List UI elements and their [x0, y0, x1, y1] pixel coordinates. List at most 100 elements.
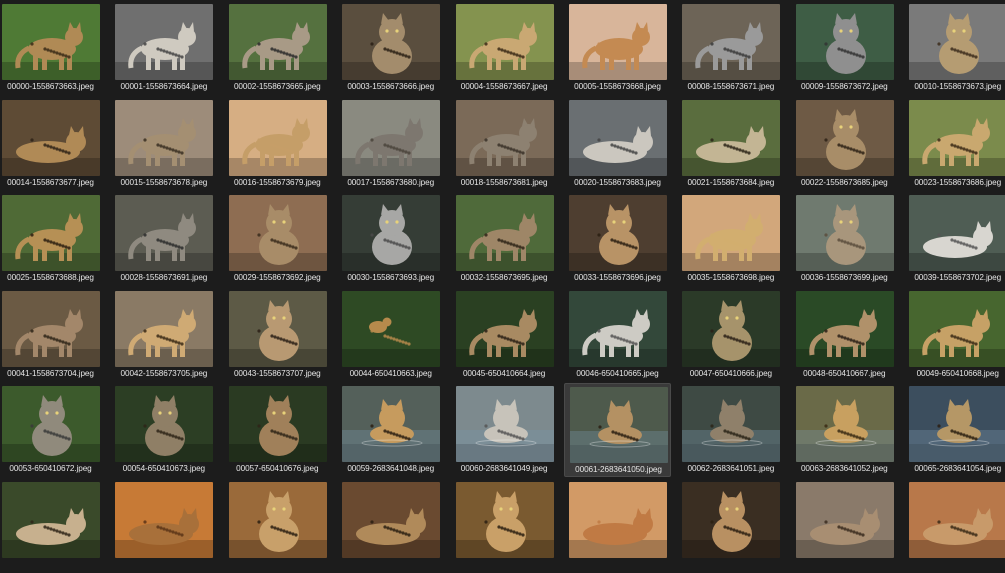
- thumbnail-image[interactable]: [455, 99, 554, 176]
- thumbnail-tile[interactable]: 00021-1558673684.jpeg: [677, 97, 784, 191]
- thumbnail-image[interactable]: [228, 482, 327, 558]
- thumbnail-tile[interactable]: 00065-2683641054.jpeg: [904, 383, 1005, 477]
- thumbnail-tile[interactable]: 00029-1558673692.jpeg: [224, 192, 331, 286]
- thumbnail-tile[interactable]: 00016-1558673679.jpeg: [224, 97, 331, 191]
- thumbnail-tile[interactable]: [904, 479, 1005, 573]
- thumbnail-tile[interactable]: 00032-1558673695.jpeg: [451, 192, 558, 286]
- thumbnail-tile[interactable]: 00022-1558673685.jpeg: [791, 97, 898, 191]
- thumbnail-tile[interactable]: 00043-1558673707.jpeg: [224, 288, 331, 382]
- thumbnail-tile[interactable]: 00053-650410672.jpeg: [0, 383, 104, 477]
- thumbnail-image[interactable]: [228, 99, 327, 176]
- thumbnail-image[interactable]: [455, 195, 554, 272]
- thumbnail-image[interactable]: [2, 290, 100, 367]
- thumbnail-image[interactable]: [115, 482, 214, 558]
- thumbnail-tile[interactable]: [791, 479, 898, 573]
- thumbnail-tile[interactable]: 00001-1558673664.jpeg: [110, 1, 217, 95]
- thumbnail-image[interactable]: [795, 99, 894, 176]
- thumbnail-tile[interactable]: 00014-1558673677.jpeg: [0, 97, 104, 191]
- thumbnail-tile[interactable]: 00060-2683641049.jpeg: [451, 383, 558, 477]
- thumbnail-image[interactable]: [455, 290, 554, 367]
- thumbnail-image[interactable]: [682, 482, 781, 558]
- thumbnail-tile[interactable]: 00041-1558673704.jpeg: [0, 288, 104, 382]
- thumbnail-tile[interactable]: 00030-1558673693.jpeg: [337, 192, 444, 286]
- thumbnail-image[interactable]: [682, 195, 781, 272]
- thumbnail-image[interactable]: [342, 290, 441, 367]
- thumbnail-image[interactable]: [228, 386, 327, 463]
- thumbnail-image[interactable]: [795, 195, 894, 272]
- thumbnail-tile[interactable]: 00049-650410668.jpeg: [904, 288, 1005, 382]
- thumbnail-image[interactable]: [682, 386, 781, 463]
- thumbnail-image[interactable]: [2, 99, 100, 176]
- thumbnail-image[interactable]: [682, 4, 781, 80]
- thumbnail-image[interactable]: [909, 4, 1005, 80]
- thumbnail-tile[interactable]: 00003-1558673666.jpeg: [337, 1, 444, 95]
- thumbnail-tile[interactable]: 00000-1558673663.jpeg: [0, 1, 104, 95]
- thumbnail-tile[interactable]: [451, 479, 558, 573]
- thumbnail-tile[interactable]: 00002-1558673665.jpeg: [224, 1, 331, 95]
- thumbnail-image[interactable]: [342, 386, 441, 463]
- thumbnail-tile[interactable]: 00004-1558673667.jpeg: [451, 1, 558, 95]
- thumbnail-tile[interactable]: [337, 479, 444, 573]
- thumbnail-image[interactable]: [342, 482, 441, 558]
- thumbnail-tile[interactable]: 00020-1558673683.jpeg: [564, 97, 671, 191]
- thumbnail-tile[interactable]: 00063-2683641052.jpeg: [791, 383, 898, 477]
- thumbnail-image[interactable]: [228, 290, 327, 367]
- thumbnail-image[interactable]: [795, 4, 894, 80]
- thumbnail-image[interactable]: [569, 482, 667, 558]
- thumbnail-image[interactable]: [569, 4, 667, 80]
- thumbnail-image[interactable]: [115, 4, 214, 80]
- thumbnail-image[interactable]: [115, 290, 214, 367]
- thumbnail-image[interactable]: [2, 482, 100, 558]
- thumbnail-tile[interactable]: 00023-1558673686.jpeg: [904, 97, 1005, 191]
- thumbnail-image[interactable]: [455, 386, 554, 463]
- thumbnail-image[interactable]: [569, 99, 667, 176]
- thumbnail-image[interactable]: [795, 386, 894, 463]
- thumbnail-image[interactable]: [228, 4, 327, 80]
- thumbnail-tile[interactable]: 00028-1558673691.jpeg: [110, 192, 217, 286]
- thumbnail-tile[interactable]: 00042-1558673705.jpeg: [110, 288, 217, 382]
- thumbnail-tile[interactable]: 00025-1558673688.jpeg: [0, 192, 104, 286]
- thumbnail-tile[interactable]: 00047-650410666.jpeg: [677, 288, 784, 382]
- thumbnail-image[interactable]: [115, 99, 214, 176]
- thumbnail-tile[interactable]: [564, 479, 671, 573]
- thumbnail-image[interactable]: [455, 4, 554, 80]
- thumbnail-tile[interactable]: [110, 479, 217, 573]
- thumbnail-image[interactable]: [2, 386, 100, 463]
- thumbnail-tile[interactable]: 00017-1558673680.jpeg: [337, 97, 444, 191]
- thumbnail-tile[interactable]: 00044-650410663.jpeg: [337, 288, 444, 382]
- thumbnail-image[interactable]: [909, 195, 1005, 272]
- thumbnail-tile[interactable]: 00005-1558673668.jpeg: [564, 1, 671, 95]
- thumbnail-tile[interactable]: 00008-1558673671.jpeg: [677, 1, 784, 95]
- thumbnail-image[interactable]: [909, 99, 1005, 176]
- thumbnail-tile[interactable]: 00035-1558673698.jpeg: [677, 192, 784, 286]
- thumbnail-tile[interactable]: [0, 479, 104, 573]
- thumbnail-image[interactable]: [569, 290, 667, 367]
- thumbnail-tile[interactable]: 00036-1558673699.jpeg: [791, 192, 898, 286]
- thumbnail-tile[interactable]: 00057-650410676.jpeg: [224, 383, 331, 477]
- thumbnail-image[interactable]: [909, 386, 1005, 463]
- thumbnail-tile[interactable]: 00009-1558673672.jpeg: [791, 1, 898, 95]
- thumbnail-tile[interactable]: 00010-1558673673.jpeg: [904, 1, 1005, 95]
- thumbnail-image[interactable]: [795, 290, 894, 367]
- thumbnail-image[interactable]: [682, 99, 781, 176]
- thumbnail-tile[interactable]: [224, 479, 331, 573]
- thumbnail-tile[interactable]: 00061-2683641050.jpeg: [564, 383, 671, 478]
- thumbnail-tile[interactable]: 00033-1558673696.jpeg: [564, 192, 671, 286]
- thumbnail-image[interactable]: [909, 290, 1005, 367]
- thumbnail-image[interactable]: [909, 482, 1005, 558]
- thumbnail-image[interactable]: [795, 482, 894, 558]
- thumbnail-image[interactable]: [2, 4, 100, 80]
- thumbnail-tile[interactable]: 00059-2683641048.jpeg: [337, 383, 444, 477]
- thumbnail-image[interactable]: [115, 195, 214, 272]
- thumbnail-image[interactable]: [115, 386, 214, 463]
- thumbnail-image[interactable]: [569, 195, 667, 272]
- thumbnail-tile[interactable]: 00046-650410665.jpeg: [564, 288, 671, 382]
- thumbnail-image[interactable]: [228, 195, 327, 272]
- thumbnail-tile[interactable]: 00018-1558673681.jpeg: [451, 97, 558, 191]
- thumbnail-tile[interactable]: 00048-650410667.jpeg: [791, 288, 898, 382]
- thumbnail-image[interactable]: [455, 482, 554, 558]
- thumbnail-tile[interactable]: 00062-2683641051.jpeg: [677, 383, 784, 477]
- thumbnail-image[interactable]: [570, 387, 668, 464]
- thumbnail-image[interactable]: [682, 290, 781, 367]
- thumbnail-image[interactable]: [342, 195, 441, 272]
